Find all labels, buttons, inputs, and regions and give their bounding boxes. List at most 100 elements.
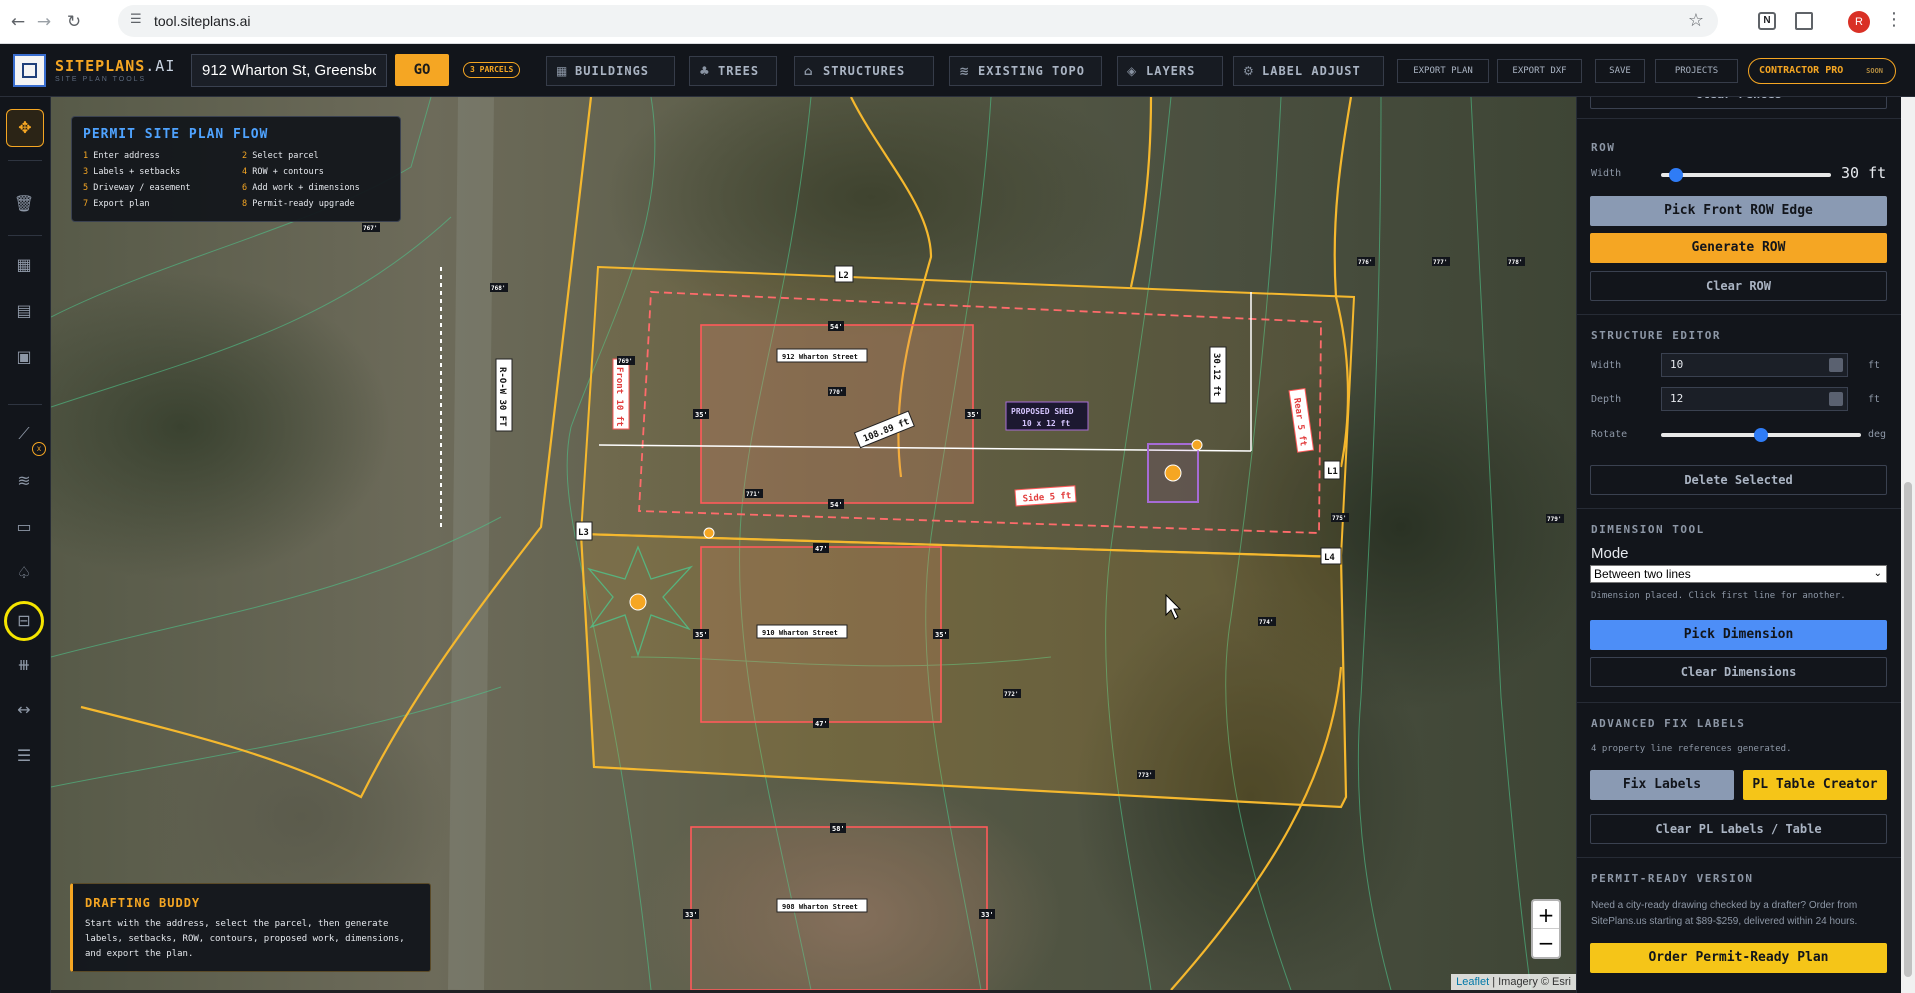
menu-icon[interactable]: ⋮ (1885, 9, 1903, 30)
contractor-pro-button[interactable]: CONTRACTOR PRO SOON (1748, 58, 1896, 84)
trash-icon[interactable]: 🗑 (12, 192, 36, 216)
app-header: SITEPLANS.AI SITE PLAN TOOLS GO 3 PARCEL… (0, 44, 1915, 97)
list-icon[interactable]: ▤ (12, 299, 36, 323)
rotate-unit: deg (1868, 429, 1887, 440)
flow-step: 7 Export plan (83, 199, 150, 209)
svg-text:47': 47' (815, 545, 828, 553)
rotate-label: Rotate (1591, 429, 1628, 440)
vertex-handle[interactable] (703, 527, 715, 539)
map-attribution: Leaflet | Imagery © Esri (1451, 974, 1576, 990)
tree-icon[interactable]: ♤ (12, 561, 36, 585)
leaflet-link[interactable]: Leaflet (1456, 976, 1489, 988)
svg-text:778': 778' (1508, 259, 1522, 266)
flow-step: 6 Add work + dimensions (242, 183, 360, 193)
parcel-910[interactable] (579, 532, 1348, 809)
site-info-icon[interactable]: ☰ (130, 12, 142, 27)
extensions-icon[interactable] (1795, 12, 1813, 30)
grid-icon[interactable]: ▦ (12, 253, 36, 277)
left-toolbar: ✥ 🗑 ▦ ▤ ▣ ⟋ x ≋ ▭ ♤ ⊟ ⧻ ↔ ☰ (0, 97, 51, 993)
ruler-icon[interactable]: ⧻ (12, 653, 36, 677)
address-bar[interactable]: ☰ tool.siteplans.ai ☆ (118, 5, 1718, 37)
clear-dimensions-button[interactable]: Clear Dimensions (1590, 657, 1887, 687)
svg-text:33': 33' (685, 911, 698, 919)
pl-table-creator-button[interactable]: PL Table Creator (1743, 770, 1887, 800)
svg-text:767': 767' (363, 225, 377, 232)
brand-tagline: SITE PLAN TOOLS (55, 76, 147, 83)
structure-depth-input[interactable]: 12 (1661, 387, 1848, 411)
dimension-label-2[interactable]: 30.12 ft (1209, 346, 1227, 404)
scrollbar-thumb[interactable] (1904, 482, 1912, 977)
mode-select[interactable]: Between two lines ⌄ (1590, 565, 1887, 583)
close-badge-icon[interactable]: x (32, 442, 46, 456)
forward-icon[interactable]: → (32, 10, 56, 34)
save-button[interactable]: SAVE (1595, 59, 1645, 83)
buildings-button[interactable]: ▦ BUILDINGS (546, 56, 675, 86)
order-permit-ready-button[interactable]: Order Permit-Ready Plan (1590, 943, 1887, 973)
svg-text:770': 770' (829, 389, 843, 396)
clear-fences-button[interactable]: Clear Fences (1590, 97, 1887, 109)
row-width-value: 30 ft (1841, 164, 1887, 182)
address-input[interactable] (191, 54, 387, 87)
chevron-down-icon: ⌄ (1873, 568, 1882, 579)
rotate-slider[interactable] (1661, 428, 1861, 442)
export-dxf-button[interactable]: EXPORT DXF (1497, 59, 1582, 83)
profile-avatar[interactable]: R (1848, 11, 1870, 33)
svg-text:773': 773' (1138, 772, 1152, 779)
width-icon[interactable]: ↔ (12, 698, 36, 722)
dimension-note: Dimension placed. Click first line for a… (1591, 591, 1846, 601)
projects-button[interactable]: PROJECTS (1655, 59, 1738, 83)
svg-text:777': 777' (1433, 259, 1447, 266)
trees-button[interactable]: ♣ TREES (689, 56, 777, 86)
row-width-knob[interactable] (1668, 168, 1683, 182)
rotate-knob[interactable] (1754, 428, 1768, 442)
pick-dimension-button[interactable]: Pick Dimension (1590, 620, 1887, 650)
label-adjust-button[interactable]: ⚙ LABEL ADJUST (1233, 56, 1384, 86)
contour-lines-icon[interactable]: ≋ (12, 469, 36, 493)
reload-icon[interactable]: ↻ (62, 10, 86, 34)
map-icon[interactable]: ▣ (12, 345, 36, 369)
url-text[interactable]: tool.siteplans.ai (154, 13, 251, 29)
svg-text:772': 772' (1004, 691, 1018, 698)
export-plan-button[interactable]: EXPORT PLAN (1397, 59, 1489, 83)
back-icon[interactable]: ← (6, 10, 30, 34)
svg-text:775': 775' (1332, 515, 1346, 522)
contour-icon[interactable]: ⟋ (12, 422, 36, 446)
extension-n-icon[interactable]: N (1758, 12, 1776, 30)
go-button[interactable]: GO (395, 54, 449, 86)
rotate-handle[interactable] (1191, 439, 1203, 451)
parcels-badge[interactable]: 3 PARCELS (463, 62, 521, 78)
fix-labels-button[interactable]: Fix Labels (1590, 770, 1734, 800)
delete-selected-button[interactable]: Delete Selected (1590, 465, 1887, 495)
road-surface (448, 97, 494, 990)
structures-button[interactable]: ⌂ STRUCTURES (794, 56, 934, 86)
svg-text:35': 35' (935, 631, 948, 639)
clear-row-button[interactable]: Clear ROW (1590, 271, 1887, 301)
existing-topo-button[interactable]: ≋ EXISTING TOPO (949, 56, 1102, 86)
flow-step: 2 Select parcel (242, 151, 319, 161)
row-section-title: ROW (1591, 141, 1616, 154)
site-plan-drawing[interactable]: R-O-W 30 FT Front 10 ft Rear 5 ft Side 5… (51, 97, 1576, 990)
structure-width-input[interactable]: 10 (1661, 353, 1848, 377)
zoom-in-button[interactable]: + (1533, 901, 1559, 929)
map-canvas[interactable]: R-O-W 30 FT Front 10 ft Rear 5 ft Side 5… (51, 97, 1576, 990)
dimension-tool-title: DIMENSION TOOL (1591, 523, 1705, 536)
shed-handle[interactable] (1164, 464, 1182, 482)
svg-text:774': 774' (1259, 619, 1273, 626)
panel-scrollbar[interactable] (1901, 97, 1915, 993)
svg-text:910 Wharton Street: 910 Wharton Street (762, 629, 838, 637)
menu-lines-icon[interactable]: ☰ (12, 744, 36, 768)
generate-row-button[interactable]: Generate ROW (1590, 233, 1887, 263)
clear-pl-labels-button[interactable]: Clear PL Labels / Table (1590, 814, 1887, 844)
select-tool-icon[interactable]: ✥ (6, 109, 44, 147)
depth-unit: ft (1868, 394, 1881, 405)
road-icon[interactable]: ▭ (12, 515, 36, 539)
row-width-slider[interactable] (1661, 168, 1831, 182)
svg-text:PROPOSED SHED: PROPOSED SHED (1011, 407, 1074, 416)
layers-button[interactable]: ◈ LAYERS (1117, 56, 1223, 86)
buddy-title: DRAFTING BUDDY (85, 896, 201, 910)
pick-front-row-edge-button[interactable]: Pick Front ROW Edge (1590, 196, 1887, 226)
zoom-out-button[interactable]: − (1533, 929, 1559, 957)
dimension-icon[interactable]: ⊟ (4, 601, 44, 641)
tree-marker[interactable] (629, 593, 647, 611)
bookmark-star-icon[interactable]: ☆ (1688, 10, 1704, 31)
